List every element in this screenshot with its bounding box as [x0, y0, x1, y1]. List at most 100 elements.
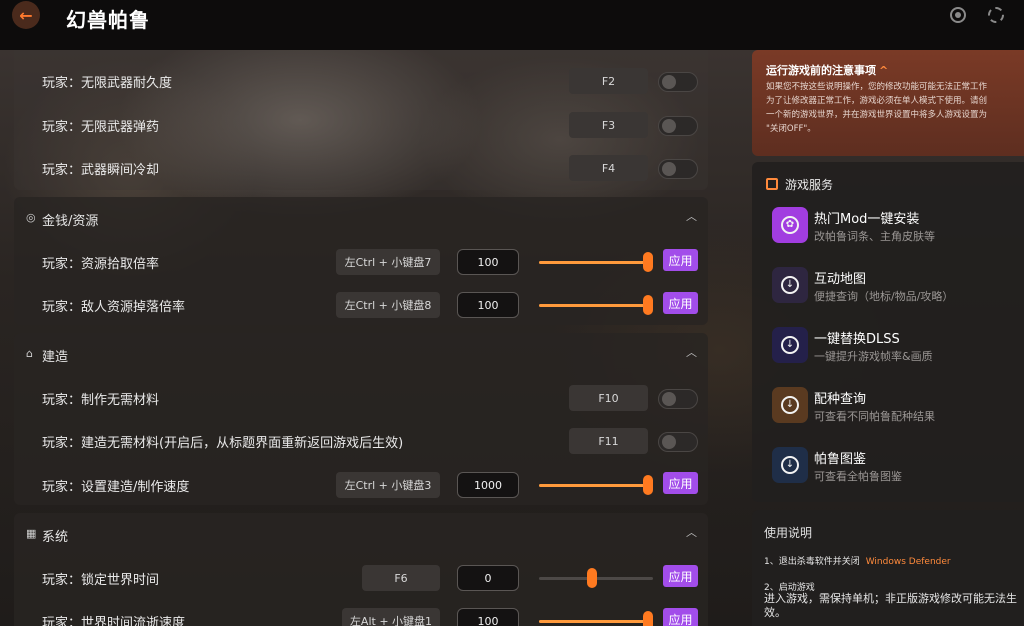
notice-title[interactable]: 运行游戏前的注意事项 ^: [766, 62, 888, 78]
option-row: 玩家：建造无需材料(开启后，从标题界面重新返回游戏后生效) F11: [14, 426, 708, 456]
step-text: 1、退出杀毒软件并关闭: [764, 557, 860, 567]
notice-line: 一个新的游戏世界，并在游戏世界设置中将多人游戏设置为: [766, 110, 988, 120]
download-icon: ↓: [772, 327, 808, 363]
option-label: 玩家：制作无需材料: [42, 393, 160, 408]
chevron-up-icon[interactable]: ^: [879, 64, 888, 77]
service-item-paldeck[interactable]: ↓ 帕鲁图鉴 可查看全帕鲁图鉴: [772, 446, 1022, 486]
section-header[interactable]: ◎ 金钱/资源 ︿: [14, 197, 708, 239]
option-label: 玩家：世界时间流逝速度: [42, 616, 186, 626]
instruction-step-1: 1、退出杀毒软件并关闭 Windows Defender: [764, 554, 951, 567]
value-input[interactable]: 100: [457, 608, 519, 626]
value-input[interactable]: 0: [457, 565, 519, 591]
slider-handle[interactable]: [643, 611, 653, 626]
option-row: 玩家：制作无需材料 F10: [14, 383, 708, 413]
download-icon: ↓: [772, 267, 808, 303]
back-button[interactable]: ←: [12, 1, 40, 29]
option-label: 玩家：无限武器弹药: [42, 120, 160, 135]
build-icon: ⌂: [26, 347, 33, 360]
service-desc: 一键提升游戏帧率&画质: [814, 350, 933, 363]
notice-line: 为了让修改器正常工作，游戏必须在单人模式下使用。请创: [766, 96, 988, 106]
service-name: 互动地图: [814, 272, 867, 287]
value-slider[interactable]: [539, 252, 653, 272]
notice-line: "关闭OFF"。: [766, 124, 816, 134]
service-item-mod[interactable]: ✿ 热门Mod一键安装 改帕鲁词条、主角皮肤等: [772, 206, 1022, 246]
option-row: 玩家：无限武器耐久度 F2: [14, 66, 708, 96]
instructions-panel: 使用说明 1、退出杀毒软件并关闭 Windows Defender 2、启动游戏 …: [752, 510, 1024, 626]
service-desc: 可查看全帕鲁图鉴: [814, 470, 902, 483]
instruction-step-2-text: 进入游戏，需保持单机；非正版游戏修改可能无法生效。: [764, 592, 1017, 619]
apply-button[interactable]: 应用: [663, 608, 698, 626]
notice-text: 如果您不按这些说明操作，您的修改功能可能无法正常工作 为了让修改器正常工作，游戏…: [766, 80, 1024, 136]
services-title: 游戏服务: [785, 178, 834, 192]
hotkey-box[interactable]: F11: [569, 428, 648, 454]
chevron-up-icon[interactable]: ︿: [686, 347, 697, 358]
user-icon[interactable]: [950, 7, 966, 23]
hotkey-box[interactable]: F3: [569, 112, 648, 138]
section-title: 系统: [42, 530, 69, 545]
apply-button[interactable]: 应用: [663, 565, 698, 587]
value-slider[interactable]: [539, 568, 653, 588]
chevron-up-icon[interactable]: ︿: [686, 527, 697, 538]
slider-handle[interactable]: [643, 475, 653, 495]
service-desc: 便捷查询（地标/物品/攻略）: [814, 290, 954, 303]
hotkey-box[interactable]: F2: [569, 68, 648, 94]
value-input[interactable]: 100: [457, 249, 519, 275]
option-label: 玩家：武器瞬间冷却: [42, 163, 160, 178]
hotkey-box[interactable]: F10: [569, 385, 648, 411]
value-slider[interactable]: [539, 611, 653, 626]
hotkey-box[interactable]: 左Ctrl + 小键盘3: [336, 472, 440, 498]
hotkey-box[interactable]: 左Alt + 小键盘1: [342, 608, 440, 626]
service-item-breeding[interactable]: ↓ 配种查询 可查看不同帕鲁配种结果: [772, 386, 1022, 426]
option-label: 玩家：无限武器耐久度: [42, 76, 173, 91]
hotkey-box[interactable]: 左Ctrl + 小键盘8: [336, 292, 440, 318]
service-name: 一键替换DLSS: [814, 332, 900, 347]
apply-button[interactable]: 应用: [663, 292, 698, 314]
hotkey-box[interactable]: F6: [362, 565, 440, 591]
notice-title-text: 运行游戏前的注意事项: [766, 64, 876, 77]
section-resources: ◎ 金钱/资源 ︿ 玩家：资源拾取倍率 左Ctrl + 小键盘7 100 应用 …: [14, 197, 708, 325]
section-weapons: 玩家：无限武器耐久度 F2 玩家：无限武器弹药 F3 玩家：武器瞬间冷却 F4: [14, 50, 708, 190]
slider-handle[interactable]: [643, 252, 653, 272]
hotkey-box[interactable]: 左Ctrl + 小键盘7: [336, 249, 440, 275]
option-row: 玩家：资源拾取倍率 左Ctrl + 小键盘7 100 应用: [14, 247, 708, 277]
value-input[interactable]: 1000: [457, 472, 519, 498]
title-bar: ← 幻兽帕鲁: [0, 0, 1024, 50]
option-label: 玩家：设置建造/制作速度: [42, 480, 190, 495]
service-name: 热门Mod一键安装: [814, 212, 920, 227]
value-slider[interactable]: [539, 475, 653, 495]
settings-icon[interactable]: [988, 7, 1004, 23]
service-desc: 改帕鲁词条、主角皮肤等: [814, 230, 935, 243]
toggle-switch[interactable]: [658, 72, 698, 92]
download-icon: ↓: [772, 387, 808, 423]
notice-panel: 运行游戏前的注意事项 ^ 如果您不按这些说明操作，您的修改功能可能无法正常工作 为…: [752, 50, 1024, 156]
service-desc: 可查看不同帕鲁配种结果: [814, 410, 935, 423]
value-slider[interactable]: [539, 295, 653, 315]
slider-handle[interactable]: [587, 568, 597, 588]
cube-icon: [766, 178, 778, 190]
hotkey-box[interactable]: F4: [569, 155, 648, 181]
section-header[interactable]: ▦ 系统 ︿: [14, 513, 708, 555]
toggle-switch[interactable]: [658, 389, 698, 409]
option-label: 玩家：锁定世界时间: [42, 573, 160, 588]
service-item-map[interactable]: ↓ 互动地图 便捷查询（地标/物品/攻略）: [772, 266, 1022, 306]
option-row: 玩家：武器瞬间冷却 F4: [14, 153, 708, 183]
option-label: 玩家：建造无需材料(开启后，从标题界面重新返回游戏后生效): [42, 436, 404, 451]
chevron-up-icon[interactable]: ︿: [686, 211, 697, 222]
instructions-title: 使用说明: [764, 526, 813, 540]
section-header[interactable]: ⌂ 建造 ︿: [14, 333, 708, 375]
toggle-switch[interactable]: [658, 159, 698, 179]
toggle-switch[interactable]: [658, 432, 698, 452]
service-item-dlss[interactable]: ↓ 一键替换DLSS 一键提升游戏帧率&画质: [772, 326, 1022, 366]
section-title: 建造: [42, 350, 69, 365]
toggle-switch[interactable]: [658, 116, 698, 136]
service-name: 配种查询: [814, 392, 867, 407]
option-row: 玩家：设置建造/制作速度 左Ctrl + 小键盘3 1000 应用: [14, 470, 708, 500]
windows-defender-link[interactable]: Windows Defender: [866, 557, 951, 567]
slider-handle[interactable]: [643, 295, 653, 315]
value-input[interactable]: 100: [457, 292, 519, 318]
apply-button[interactable]: 应用: [663, 249, 698, 271]
apply-button[interactable]: 应用: [663, 472, 698, 494]
section-title: 金钱/资源: [42, 214, 99, 229]
section-system: ▦ 系统 ︿ 玩家：锁定世界时间 F6 0 应用 玩家：世界时间流逝速度 左Al…: [14, 513, 708, 626]
option-label: 玩家：资源拾取倍率: [42, 257, 160, 272]
